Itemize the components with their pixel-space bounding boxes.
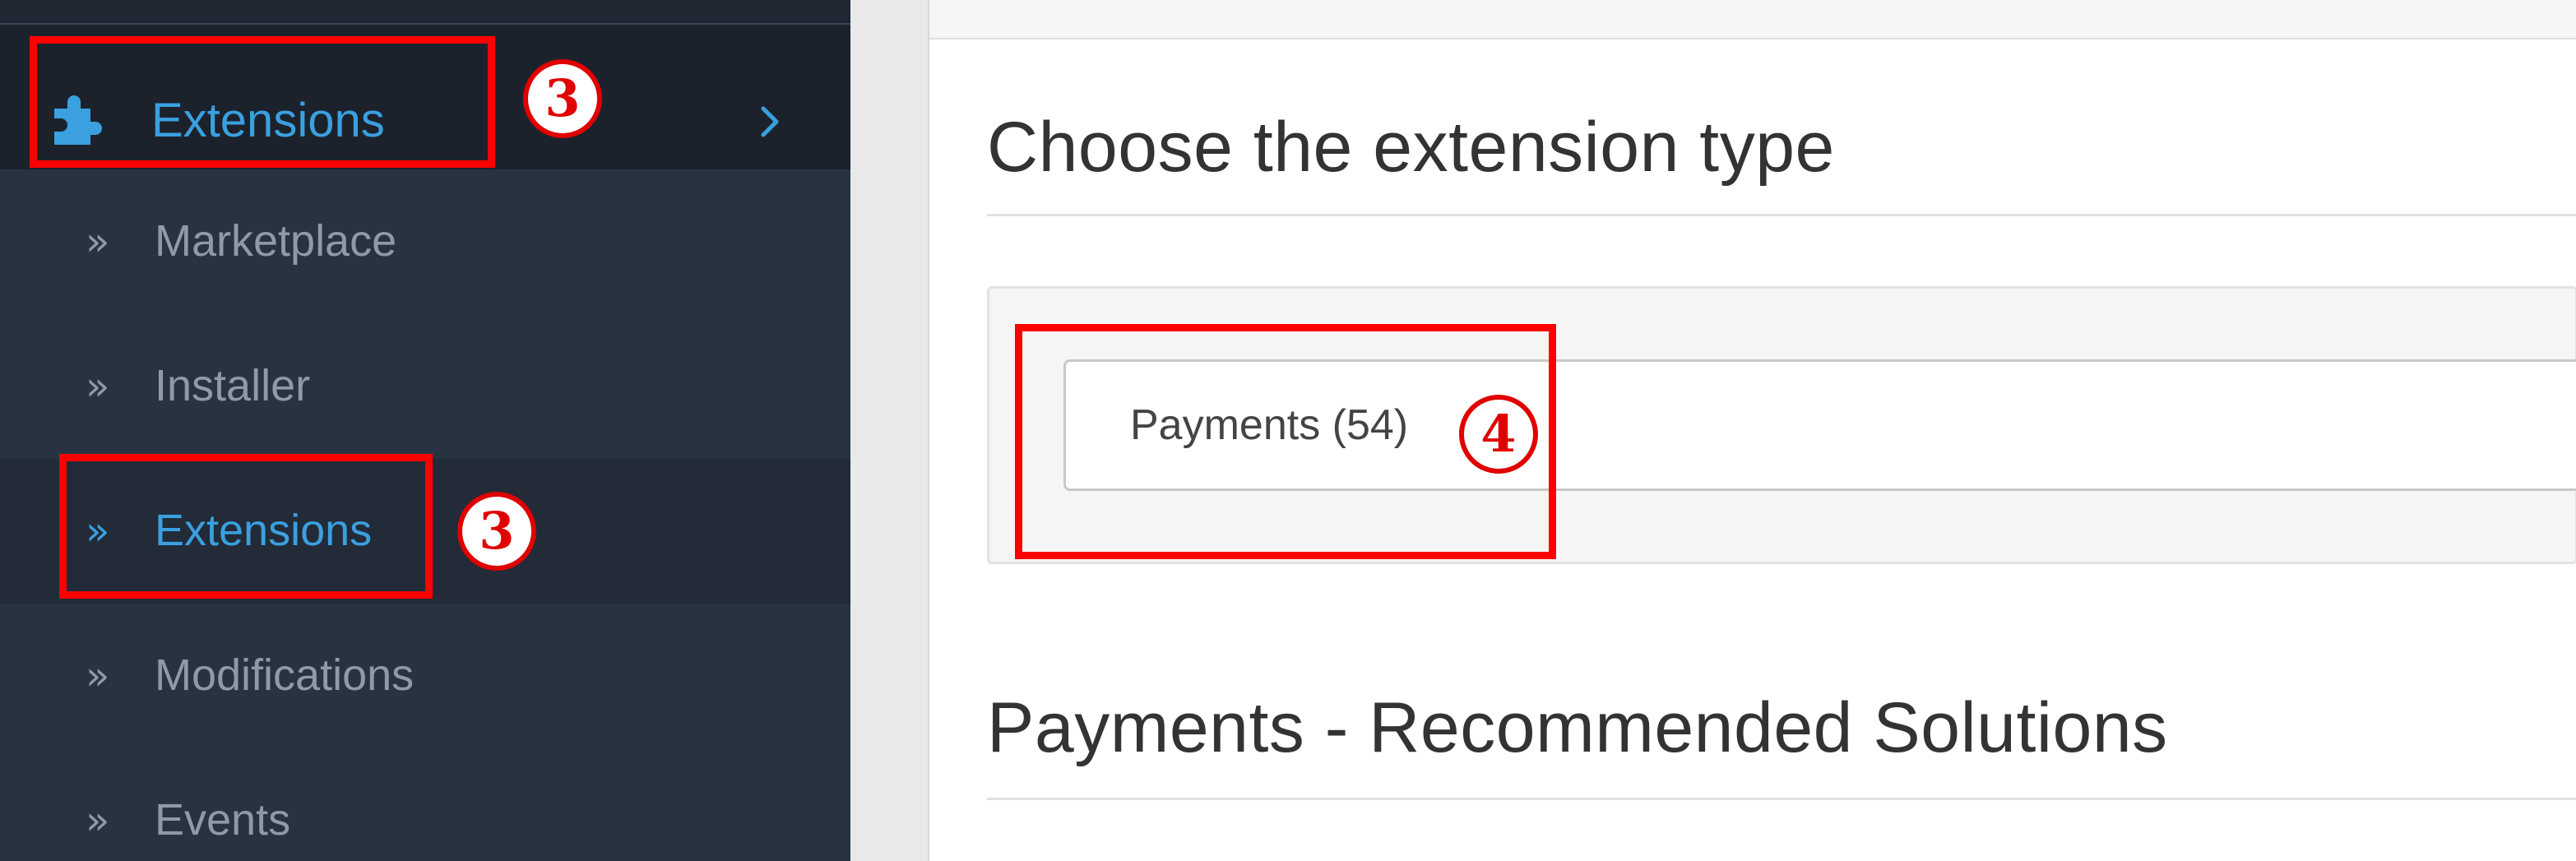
section-title: Payments - Recommended Solutions — [987, 688, 2168, 767]
heading-divider — [987, 214, 2576, 216]
raquo-icon: » — [86, 653, 110, 699]
sidebar-item-label: Modifications — [155, 650, 415, 700]
sidebar-item-label: Marketplace — [155, 216, 397, 266]
content-top-bar — [929, 0, 2576, 39]
sidebar-item-modifications[interactable]: » Modifications — [0, 604, 850, 748]
sidebar-item-marketplace[interactable]: » Marketplace — [0, 169, 850, 314]
content-gutter — [850, 0, 928, 861]
sidebar-top-strip — [0, 0, 850, 25]
step-badge: 3 — [523, 59, 602, 138]
section-divider — [987, 798, 2576, 800]
raquo-icon: » — [86, 219, 110, 265]
step-badge: 4 — [1459, 395, 1538, 474]
chevron-right-icon[interactable] — [760, 105, 781, 138]
sidebar-item-installer[interactable]: » Installer — [0, 314, 850, 459]
sidebar-item-events[interactable]: » Events — [0, 748, 850, 861]
highlight-extensions-item — [59, 454, 433, 599]
app-root: Extensions » Marketplace » Installer » E… — [0, 0, 2576, 861]
highlight-extensions-menu — [30, 36, 495, 168]
sidebar-item-label: Events — [155, 795, 291, 845]
raquo-icon: » — [86, 798, 110, 844]
raquo-icon: » — [86, 363, 110, 410]
step-badge: 3 — [457, 492, 536, 571]
sidebar-item-label: Installer — [155, 361, 311, 410]
page-title: Choose the extension type — [987, 108, 1835, 187]
